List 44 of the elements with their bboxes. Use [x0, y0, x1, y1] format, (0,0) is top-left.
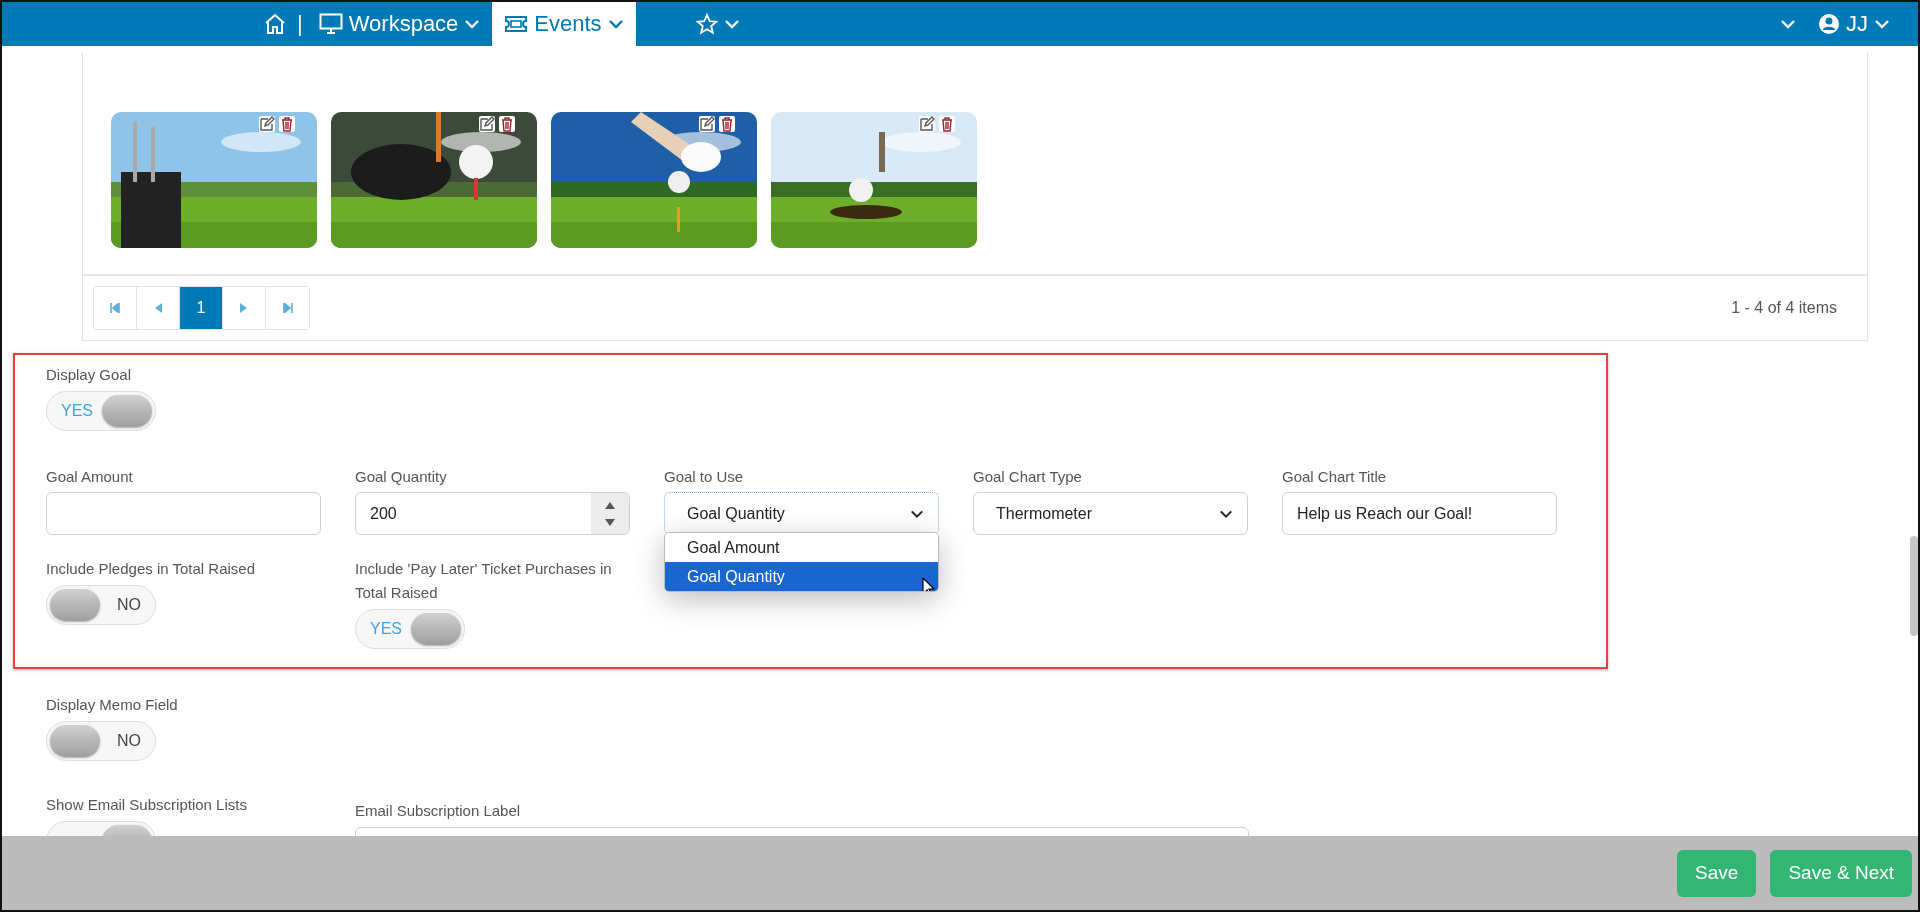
text-field[interactable]: Help us Reach our Goal! [1282, 492, 1557, 535]
page-button[interactable]: 1 [180, 287, 223, 329]
dropdown-option[interactable]: Goal Quantity [665, 562, 938, 591]
field-label: Goal Amount [46, 467, 134, 487]
next-icon [240, 303, 248, 313]
field-label: Goal to Use [664, 467, 745, 487]
star-icon [695, 13, 718, 35]
nav-tab[interactable]: Events [492, 2, 636, 46]
field-label: Goal Chart Title [1282, 467, 1388, 487]
select-field[interactable]: Goal Quantity [664, 492, 939, 535]
ticket-icon [504, 15, 529, 33]
field-label: Goal Quantity [355, 467, 448, 487]
toggle-switch[interactable]: NO [46, 585, 156, 625]
nav-separator: | [296, 10, 304, 38]
trash-icon[interactable] [939, 116, 955, 132]
field-label: Show Email Subscription Lists [46, 795, 248, 815]
trash-icon[interactable] [279, 116, 295, 132]
nav-tab[interactable]: Workspace [306, 2, 493, 46]
last-page-icon [282, 303, 293, 313]
scrollbar-thumb[interactable] [1910, 536, 1918, 636]
edit-icon[interactable] [699, 116, 715, 132]
field-label: Display Memo Field [46, 695, 179, 715]
field-label: Include Pledges in Total Raised [46, 559, 257, 579]
field-label: Include 'Pay Later' Ticket Purchases in Total Raised [355, 559, 613, 603]
pager-summary: 1 - 4 of 4 items [1731, 299, 1837, 317]
select-field[interactable]: Thermometer [973, 492, 1248, 535]
edit-icon[interactable] [479, 116, 495, 132]
dropdown-option[interactable]: Goal Amount [665, 533, 938, 562]
text-field[interactable] [46, 492, 321, 535]
trash-icon[interactable] [499, 116, 515, 132]
previous-icon [154, 303, 162, 313]
edit-icon[interactable] [259, 116, 275, 132]
number-field[interactable]: 200 [355, 492, 630, 535]
field-label: Email Subscription Label [355, 801, 522, 821]
trash-icon[interactable] [719, 116, 735, 132]
field-label: Display Goal [46, 365, 133, 385]
user-menu[interactable]: JJ [1818, 11, 1890, 37]
monitor-icon [318, 13, 343, 35]
toggle-switch[interactable]: NO [46, 721, 156, 761]
home-icon [263, 12, 287, 36]
edit-icon[interactable] [919, 116, 935, 132]
field-label: Goal Chart Type [973, 467, 1083, 487]
first-page-icon [110, 303, 120, 313]
user-icon [1818, 13, 1840, 35]
